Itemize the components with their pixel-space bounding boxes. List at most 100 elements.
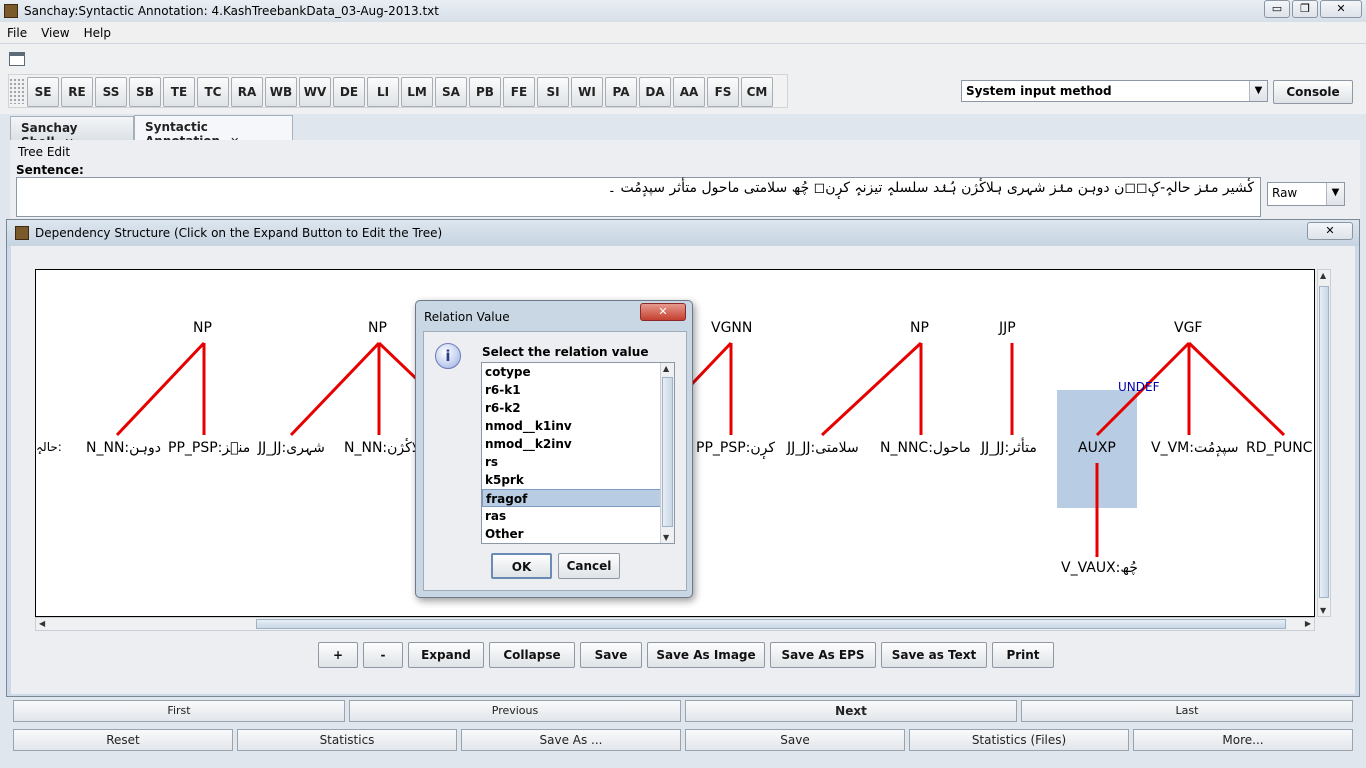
tree-node[interactable]: VGF	[1174, 320, 1202, 336]
tool-lm-button[interactable]: LM	[401, 77, 433, 107]
save-file-button[interactable]: Save	[685, 729, 905, 751]
first-button[interactable]: First	[13, 700, 345, 722]
chevron-down-icon[interactable]: ▼	[1249, 81, 1267, 101]
tool-pb-button[interactable]: PB	[469, 77, 501, 107]
scroll-down-icon[interactable]: ▼	[663, 533, 669, 542]
tool-tc-button[interactable]: TC	[197, 77, 229, 107]
tree-leaf[interactable]: PP_PSP:منٛز	[168, 440, 250, 456]
tree-node[interactable]: NP	[368, 320, 387, 336]
cancel-button[interactable]: Cancel	[558, 553, 620, 579]
tool-fs-button[interactable]: FS	[707, 77, 739, 107]
scroll-down-icon[interactable]: ▼	[1320, 606, 1326, 615]
tab-syntactic-annotation[interactable]: Syntactic Annotation✕	[134, 115, 293, 148]
tool-si-button[interactable]: SI	[537, 77, 569, 107]
tool-sa-button[interactable]: SA	[435, 77, 467, 107]
menu-file[interactable]: File	[0, 26, 34, 40]
list-item[interactable]: r6-k2	[482, 399, 674, 417]
scroll-thumb[interactable]	[662, 377, 673, 527]
maximize-button[interactable]: ❐	[1292, 0, 1318, 18]
tree-leaf[interactable]: حالہٕ:	[36, 440, 62, 454]
close-frame-button[interactable]: ✕	[1307, 222, 1353, 240]
scroll-right-icon[interactable]: ▶	[1305, 619, 1311, 628]
reset-button[interactable]: Reset	[13, 729, 233, 751]
last-button[interactable]: Last	[1021, 700, 1353, 722]
save-as-eps-button[interactable]: Save As EPS	[770, 642, 876, 668]
chevron-down-icon[interactable]: ▼	[1326, 183, 1344, 205]
tool-ss-button[interactable]: SS	[95, 77, 127, 107]
print-button[interactable]: Print	[992, 642, 1054, 668]
tool-wb-button[interactable]: WB	[265, 77, 297, 107]
scroll-left-icon[interactable]: ◀	[39, 619, 45, 628]
scroll-up-icon[interactable]: ▲	[663, 364, 669, 373]
collapse-button[interactable]: Collapse	[489, 642, 575, 668]
list-item[interactable]: Other	[482, 525, 674, 543]
tool-fe-button[interactable]: FE	[503, 77, 535, 107]
list-item[interactable]: cotype	[482, 363, 674, 381]
close-window-button[interactable]: ✕	[1320, 0, 1362, 18]
more-button[interactable]: More...	[1133, 729, 1353, 751]
list-item-selected[interactable]: fragof	[482, 489, 674, 507]
tree-node[interactable]: NP	[910, 320, 929, 336]
vertical-scrollbar[interactable]: ▲ ▼	[1317, 269, 1331, 617]
list-item[interactable]: k5prk	[482, 471, 674, 489]
close-dialog-button[interactable]: ✕	[640, 303, 686, 321]
tree-leaf[interactable]: RD_PUNC:	[1246, 440, 1314, 456]
tool-wv-button[interactable]: WV	[299, 77, 331, 107]
tool-ra-button[interactable]: RA	[231, 77, 263, 107]
toolbar-grip-icon[interactable]	[9, 78, 25, 104]
tree-leaf-selected[interactable]: AUXP	[1078, 440, 1116, 456]
zoom-in-button[interactable]: +	[318, 642, 358, 668]
scroll-thumb[interactable]	[256, 619, 1286, 629]
list-scrollbar[interactable]: ▲ ▼	[660, 363, 674, 543]
ok-button[interactable]: OK	[491, 553, 552, 579]
tree-leaf[interactable]: JJ_JJ:متأثر	[981, 440, 1037, 456]
tool-te-button[interactable]: TE	[163, 77, 195, 107]
format-select[interactable]: Raw ▼	[1267, 182, 1345, 206]
tool-cm-button[interactable]: CM	[741, 77, 773, 107]
next-button[interactable]: Next	[685, 700, 1017, 722]
menu-help[interactable]: Help	[77, 26, 118, 40]
horizontal-scrollbar[interactable]: ◀ ▶	[35, 617, 1315, 631]
tree-leaf[interactable]: PP_PSP:کرٕن	[696, 440, 775, 456]
input-method-select[interactable]: System input method ▼	[961, 80, 1268, 102]
tool-li-button[interactable]: LI	[367, 77, 399, 107]
tree-leaf[interactable]: JJ_JJ:سلامتی	[787, 440, 859, 456]
list-item[interactable]: r6-k1	[482, 381, 674, 399]
tree-leaf[interactable]: V_VAUX:چُھ	[1061, 560, 1138, 576]
relation-list[interactable]: cotype r6-k1 r6-k2 nmod__k1inv nmod__k2i…	[481, 362, 675, 544]
save-as-button[interactable]: Save As ...	[461, 729, 681, 751]
list-item[interactable]: nmod__k1inv	[482, 417, 674, 435]
list-item[interactable]: rs	[482, 453, 674, 471]
tree-node[interactable]: NP	[193, 320, 212, 336]
tree-leaf[interactable]: JJ_JJ:شہری	[258, 440, 325, 456]
tool-pa-button[interactable]: PA	[605, 77, 637, 107]
tab-sanchay-shell[interactable]: Sanchay Shell✕	[10, 116, 134, 149]
scroll-thumb[interactable]	[1319, 286, 1329, 598]
tool-de-button[interactable]: DE	[333, 77, 365, 107]
minimize-button[interactable]: ▭	[1264, 0, 1290, 18]
tree-leaf[interactable]: N_NNC:ماحول	[880, 440, 971, 456]
sentence-field[interactable]: کٔشیر منٛز حالہٕ-کٕ◻◻ن دوہن منٛز شہری ہل…	[16, 177, 1261, 217]
tool-wi-button[interactable]: WI	[571, 77, 603, 107]
save-as-image-button[interactable]: Save As Image	[647, 642, 765, 668]
tree-leaf[interactable]: N_NN:دوہن	[86, 440, 161, 456]
tool-sb-button[interactable]: SB	[129, 77, 161, 107]
zoom-out-button[interactable]: -	[363, 642, 403, 668]
tool-da-button[interactable]: DA	[639, 77, 671, 107]
save-as-text-button[interactable]: Save as Text	[881, 642, 987, 668]
save-button[interactable]: Save	[580, 642, 642, 668]
statistics-files-button[interactable]: Statistics (Files)	[909, 729, 1129, 751]
tree-node[interactable]: JJP	[999, 320, 1016, 336]
tree-node[interactable]: VGNN	[711, 320, 752, 336]
tool-aa-button[interactable]: AA	[673, 77, 705, 107]
list-item[interactable]: nmod__k2inv	[482, 435, 674, 453]
console-button[interactable]: Console	[1273, 80, 1353, 104]
statistics-button[interactable]: Statistics	[237, 729, 457, 751]
scroll-up-icon[interactable]: ▲	[1320, 271, 1326, 280]
list-item[interactable]: ras	[482, 507, 674, 525]
edge-label[interactable]: UNDEF	[1118, 380, 1159, 394]
window-list-icon[interactable]	[9, 52, 25, 66]
tool-re-button[interactable]: RE	[61, 77, 93, 107]
previous-button[interactable]: Previous	[349, 700, 681, 722]
tool-se-button[interactable]: SE	[27, 77, 59, 107]
